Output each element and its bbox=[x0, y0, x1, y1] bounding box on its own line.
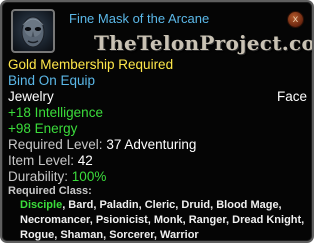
stat-intelligence: +18 Intelligence bbox=[8, 105, 103, 120]
item-tooltip: Fine Mask of the Arcane x TheTelonProjec… bbox=[0, 0, 314, 243]
item-slot: Face bbox=[277, 89, 308, 104]
watermark: TheTelonProject.com bbox=[94, 31, 314, 55]
close-icon: x bbox=[292, 14, 299, 25]
mask-icon bbox=[11, 9, 55, 53]
stat-energy: +98 Energy bbox=[8, 121, 78, 136]
membership-requirement: Gold Membership Required bbox=[8, 57, 174, 72]
item-type: Jewelry bbox=[8, 89, 54, 104]
binding-text: Bind On Equip bbox=[8, 73, 96, 88]
required-class-list: Disciple, Bard, Paladin, Cleric, Druid, … bbox=[20, 198, 310, 241]
required-level-label: Required Level: bbox=[8, 137, 103, 152]
durability-value: 100% bbox=[71, 169, 107, 184]
required-level-row: Required Level: 37 Adventuring bbox=[8, 137, 196, 152]
item-level-value: 42 bbox=[77, 153, 93, 168]
item-level-label: Item Level: bbox=[8, 153, 75, 168]
highlighted-class: Disciple bbox=[20, 199, 63, 211]
required-level-value: 37 Adventuring bbox=[106, 137, 197, 152]
other-classes: , Bard, Paladin, Cleric, Druid, Blood Ma… bbox=[20, 199, 305, 241]
durability-row: Durability: 100% bbox=[8, 169, 106, 184]
close-button[interactable]: x bbox=[287, 11, 304, 28]
required-class-label: Required Class: bbox=[8, 185, 92, 197]
item-name: Fine Mask of the Arcane bbox=[69, 11, 210, 26]
mask-icon-graphic bbox=[21, 16, 45, 48]
item-level-row: Item Level: 42 bbox=[8, 153, 93, 168]
durability-label: Durability: bbox=[8, 169, 69, 184]
